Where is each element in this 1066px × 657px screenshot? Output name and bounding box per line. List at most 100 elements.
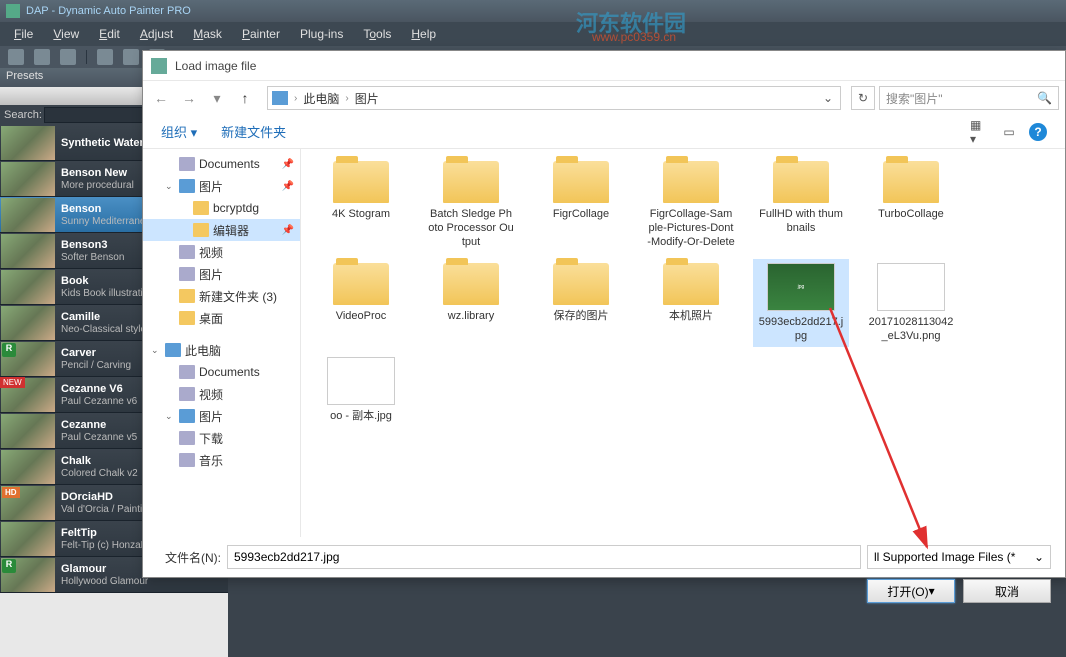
tree-item-label: bcryptdg [213,201,259,215]
folder-icon [883,161,939,203]
file-item[interactable]: 4K Stogram [313,157,409,253]
document-icon [179,157,195,171]
file-label: VideoProc [336,309,387,323]
tree-item[interactable]: 视频 [143,241,300,263]
menu-adjust[interactable]: Adjust [130,24,183,44]
file-item[interactable]: FigrCollage-Sample-Pictures-Dont-Modify-… [643,157,739,253]
tb-copy-icon[interactable] [97,49,113,65]
file-item[interactable]: Batch Sledge Photo Processor Output [423,157,519,253]
expand-icon[interactable]: ⌄ [165,411,175,422]
file-item[interactable]: VideoProc [313,259,409,347]
toolbar-right: ▦ ▾ ▭ ? [969,123,1047,141]
tree-item[interactable]: bcryptdg [143,197,300,219]
chevron-right-icon: › [345,93,348,104]
tree-item-label: 编辑器 [213,222,249,239]
view-icons-button[interactable]: ▦ ▾ [969,123,989,141]
file-item[interactable]: 20171028113042_eL3Vu.png [863,259,959,347]
menu-tools[interactable]: Tools [353,24,401,44]
expand-icon[interactable]: ⌄ [165,181,175,192]
search-placeholder: 搜索"图片" [886,90,943,107]
tree-item-label: 下载 [199,430,223,447]
pc-icon [179,409,195,423]
file-item[interactable]: oo - 副本.jpg [313,353,409,427]
filter-label: ll Supported Image Files (* [874,550,1015,564]
tree-item-label: 新建文件夹 (3) [199,288,277,305]
file-item[interactable]: 保存的图片 [533,259,629,347]
nav-up-button[interactable]: ↑ [233,86,257,110]
file-list: 4K StogramBatch Sledge Photo Processor O… [301,149,1065,537]
file-item[interactable]: FigrCollage [533,157,629,253]
refresh-button[interactable]: ↻ [851,86,875,110]
menu-mask[interactable]: Mask [183,24,232,44]
tree-item[interactable]: 下载 [143,427,300,449]
tb-open-icon[interactable] [34,49,50,65]
file-type-filter[interactable]: ll Supported Image Files (*⌄ [867,545,1051,569]
dialog-search-input[interactable]: 搜索"图片" 🔍 [879,86,1059,110]
tree-item[interactable]: 图片 [143,263,300,285]
tree-item[interactable]: Documents📌 [143,153,300,175]
folder-icon [179,289,195,303]
tree-item[interactable]: 桌面 [143,307,300,329]
folder-icon [193,223,209,237]
tree-item-label: 图片 [199,266,223,283]
search-icon: 🔍 [1037,91,1052,105]
tree-item[interactable]: Documents [143,361,300,383]
tree-item-label: 图片 [199,178,223,195]
breadcrumb[interactable]: › 此电脑 › 图片 ⌄ [267,86,841,110]
pin-icon: 📌 [282,181,294,192]
tree-item[interactable]: 新建文件夹 (3) [143,285,300,307]
breadcrumb-item[interactable]: 此电脑 [303,90,339,107]
tree-item-label: 图片 [199,408,223,425]
tree-item-label: 视频 [199,244,223,261]
folder-icon [663,161,719,203]
cancel-button[interactable]: 取消 [963,579,1051,603]
breadcrumb-dropdown-icon[interactable]: ⌄ [820,91,836,105]
filename-label: 文件名(N): [157,549,221,566]
preview-pane-button[interactable]: ▭ [999,123,1019,141]
menu-painter[interactable]: Painter [232,24,290,44]
expand-icon[interactable]: ⌄ [151,345,161,356]
titlebar: DAP - Dynamic Auto Painter PRO [0,0,1066,22]
dialog-footer: 文件名(N): ll Supported Image Files (*⌄ 打开(… [143,537,1065,607]
tree-item[interactable]: ⌄ 图片 [143,405,300,427]
breadcrumb-item[interactable]: 图片 [355,90,379,107]
menu-plugins[interactable]: Plug-ins [290,24,353,44]
preset-thumbnail [1,126,55,160]
menu-file[interactable]: File [4,24,43,44]
tree-item[interactable]: ⌄此电脑 [143,339,300,361]
open-button[interactable]: 打开(O) ▾ [867,579,955,603]
menu-edit[interactable]: Edit [89,24,130,44]
file-label: FigrCollage [553,207,609,221]
file-item[interactable]: 本机照片 [643,259,739,347]
organize-button[interactable]: 组织 ▾ [161,122,197,141]
tree-item-label: 视频 [199,386,223,403]
tb-new-icon[interactable] [8,49,24,65]
filename-input[interactable] [227,545,861,569]
nav-forward-button[interactable]: → [177,86,201,110]
tree-item[interactable]: 视频 [143,383,300,405]
preset-thumbnail [1,414,55,448]
tree-item-label: 音乐 [199,452,223,469]
new-folder-button[interactable]: 新建文件夹 [221,122,286,141]
app-icon [6,4,20,18]
file-item[interactable]: jpg5993ecb2dd217.jpg [753,259,849,347]
folder-icon [179,311,195,325]
file-item[interactable]: TurboCollage [863,157,959,253]
tree-item[interactable]: 音乐 [143,449,300,471]
menu-view[interactable]: View [43,24,89,44]
nav-recent-button[interactable]: ▾ [205,86,229,110]
tb-star-icon[interactable] [123,49,139,65]
folder-icon [553,161,609,203]
tree-item[interactable]: 编辑器📌 [143,219,300,241]
file-item[interactable]: wz.library [423,259,519,347]
nav-tree: Documents📌⌄图片📌bcryptdg编辑器📌视频图片新建文件夹 (3)桌… [143,149,301,537]
tree-item[interactable]: ⌄ 图片 📌 [143,175,300,197]
tb-save-icon[interactable] [60,49,76,65]
nav-back-button[interactable]: ← [149,86,173,110]
menu-help[interactable]: Help [401,24,446,44]
help-button[interactable]: ? [1029,123,1047,141]
file-label: 20171028113042_eL3Vu.png [867,315,955,343]
badge-hd: HD [2,487,20,498]
pc-icon [272,91,288,105]
file-item[interactable]: FullHD with thumbnails [753,157,849,253]
